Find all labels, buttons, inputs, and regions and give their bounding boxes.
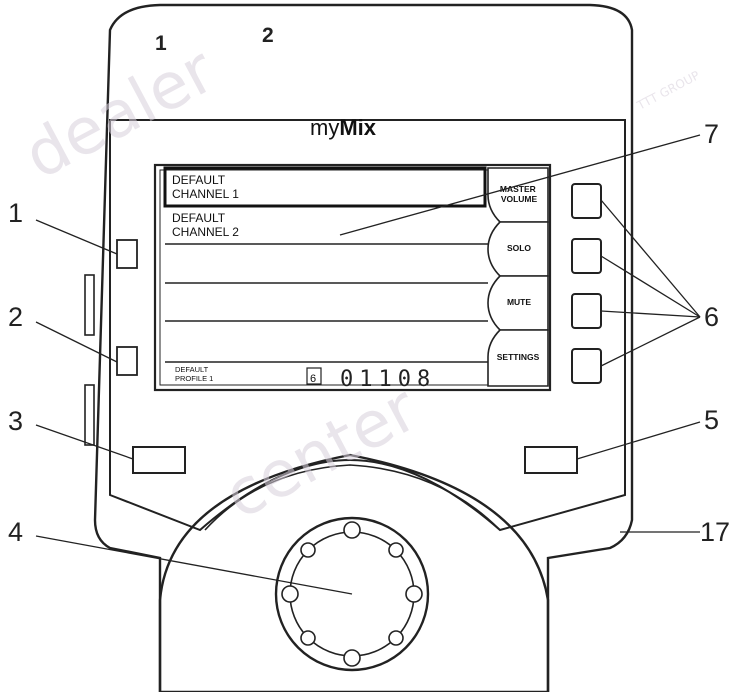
- softkey-button-3[interactable]: [571, 293, 602, 329]
- profile-line: PROFILE 1: [175, 374, 213, 383]
- callout-7: 7: [704, 119, 719, 149]
- callout-17: 17: [700, 517, 730, 547]
- callout-5: 5: [704, 405, 719, 435]
- brand-suffix: Mix: [339, 115, 376, 140]
- channel-2-line2: CHANNEL 2: [172, 225, 239, 239]
- softkey-button-1[interactable]: [571, 183, 602, 219]
- softkey-line: VOLUME: [501, 194, 538, 204]
- profile-label: DEFAULT PROFILE 1: [175, 365, 213, 383]
- mymix-diagram: 1 2 myMix DEFAULT CHANNEL 1 DEFAULT CHAN…: [8, 3, 730, 692]
- top-jack-2-label: 2: [262, 24, 274, 47]
- left-button-lower[interactable]: [116, 346, 138, 376]
- callout-3: 3: [8, 406, 23, 436]
- channel-1-line2: CHANNEL 1: [172, 187, 239, 201]
- softkey-button-4[interactable]: [571, 348, 602, 384]
- channel-2-line1: DEFAULT: [172, 211, 226, 225]
- softkey-label-mute: MUTE: [507, 297, 531, 307]
- softkey-label-solo: SOLO: [507, 243, 531, 253]
- softkey-label-master-volume: MASTER VOLUME: [500, 184, 538, 204]
- watermark-text: TTT GROUP: [634, 68, 702, 113]
- bottom-left-button[interactable]: [132, 446, 186, 474]
- callout-4: 4: [8, 517, 23, 547]
- bottom-right-button[interactable]: [524, 446, 578, 474]
- side-connector-lower: [84, 384, 95, 446]
- softkey-button-2[interactable]: [571, 238, 602, 274]
- channel-1-line1: DEFAULT: [172, 173, 226, 187]
- softkey-label-settings: SETTINGS: [497, 352, 540, 362]
- callout-2: 2: [8, 302, 23, 332]
- side-connector-upper: [84, 274, 95, 336]
- status-small-value: 6: [310, 373, 316, 385]
- left-button-upper[interactable]: [116, 239, 138, 269]
- callout-6: 6: [704, 302, 719, 332]
- profile-line: DEFAULT: [175, 365, 209, 374]
- brand-logo: myMix: [310, 115, 377, 140]
- brand-prefix: my: [310, 115, 339, 140]
- callout-1: 1: [8, 198, 23, 228]
